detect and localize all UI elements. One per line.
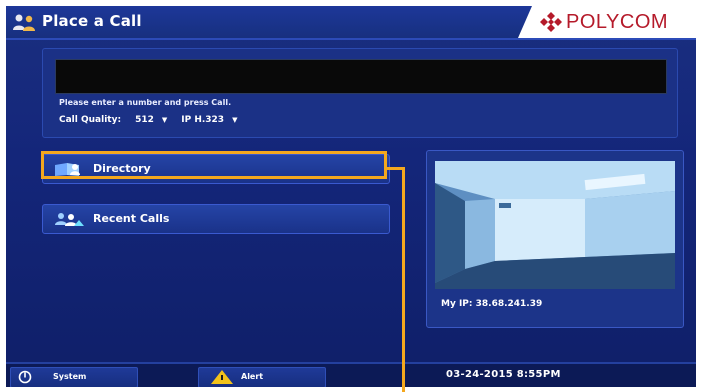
power-icon [18, 370, 32, 384]
call-quality-select[interactable]: 512 ▼ [135, 115, 167, 125]
protocol-value: IP H.323 [181, 115, 225, 125]
camera-preview-panel: My IP: 38.68.241.39 [426, 150, 684, 328]
call-quality-label: Call Quality: [59, 115, 122, 125]
dial-prompt: Please enter a number and press Call. [59, 98, 232, 107]
recent-calls-label: Recent Calls [93, 212, 170, 225]
brand-name: POLYCOM [566, 11, 669, 33]
polycom-logo-icon [540, 12, 562, 32]
recent-calls-button[interactable]: Recent Calls [42, 204, 390, 234]
caret-down-icon: ▼ [161, 116, 168, 124]
call-quality-row: Call Quality: 512 ▼ IP H.323 ▼ [59, 113, 237, 127]
page-title: Place a Call [42, 12, 142, 30]
protocol-select[interactable]: IP H.323 ▼ [181, 115, 237, 125]
dial-panel: Please enter a number and press Call. Ca… [42, 48, 678, 138]
title-bar: Place a Call POLYCOM [6, 6, 696, 40]
room-image [435, 161, 675, 289]
recent-calls-icon [55, 213, 84, 226]
system-label: System [53, 372, 87, 381]
alert-label: Alert [241, 372, 264, 381]
directory-highlight [41, 151, 387, 179]
system-button[interactable]: System [10, 367, 138, 387]
caret-down-icon: ▼ [232, 116, 238, 124]
polycom-screen: Place a Call POLYCOM Please enter a numb… [6, 6, 696, 387]
camera-preview [435, 161, 675, 289]
dial-number-input[interactable] [55, 59, 667, 94]
alert-button[interactable]: Alert [198, 367, 326, 387]
warning-icon [211, 370, 233, 384]
highlight-connector [402, 167, 405, 392]
brand-area: POLYCOM [518, 6, 696, 38]
date-time: 03-24-2015 8:55PM [446, 369, 561, 380]
my-ip-text: My IP: 38.68.241.39 [441, 299, 543, 309]
call-quality-value: 512 [135, 115, 154, 125]
bottom-bar: System Alert 03-24-2015 8:55PM [6, 362, 696, 387]
people-icon [13, 14, 35, 31]
